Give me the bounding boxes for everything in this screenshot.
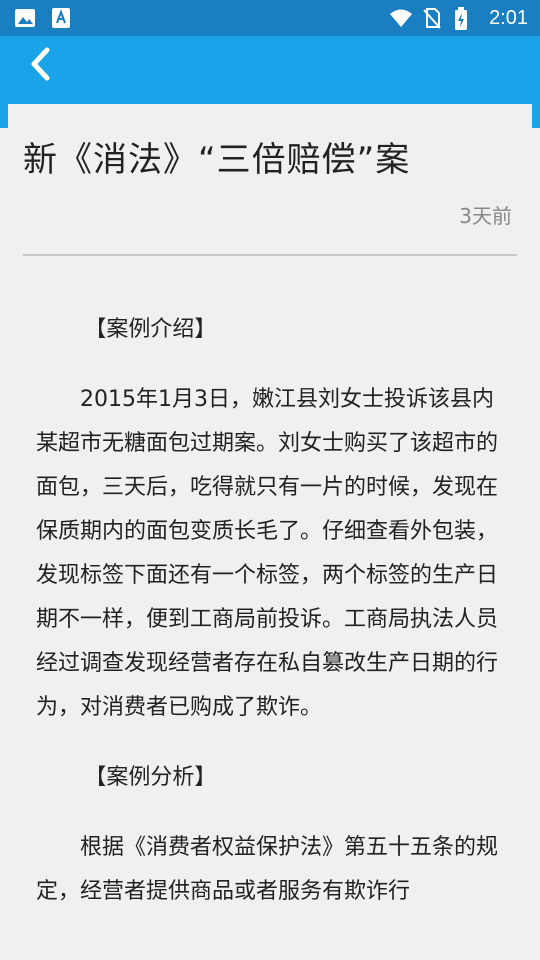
status-time: 2:01 <box>489 7 528 29</box>
article-title: 新《消法》“三倍赔偿”案 <box>23 140 411 180</box>
image-icon <box>14 7 36 29</box>
divider <box>23 254 517 256</box>
chevron-left-icon <box>31 47 50 81</box>
section-heading-analysis: 【案例分析】 <box>84 765 217 790</box>
battery-charging-icon <box>453 7 475 30</box>
paragraph: 根据《消费者权益保护法》第五十五条的规定，经营者提供商品或者服务有欺诈行 <box>36 835 499 904</box>
wifi-icon <box>389 7 413 29</box>
text-app-icon <box>50 7 72 29</box>
article-card: 新《消法》“三倍赔偿”案 3天前 【案例介绍】 2015年1月3日，嫩江县刘女士… <box>8 104 532 960</box>
article-time: 3天前 <box>459 204 512 228</box>
status-bar: 2:01 <box>0 0 540 36</box>
article-body: 【案例介绍】 2015年1月3日，嫩江县刘女士投诉该县内某超市无糖面包过期案。刘… <box>36 308 508 940</box>
paragraph: 2015年1月3日，嫩江县刘女士投诉该县内某超市无糖面包过期案。刘女士购买了该超… <box>36 387 499 720</box>
section-heading-intro: 【案例介绍】 <box>84 317 217 342</box>
back-button[interactable] <box>20 44 60 84</box>
no-sim-icon <box>421 7 443 29</box>
